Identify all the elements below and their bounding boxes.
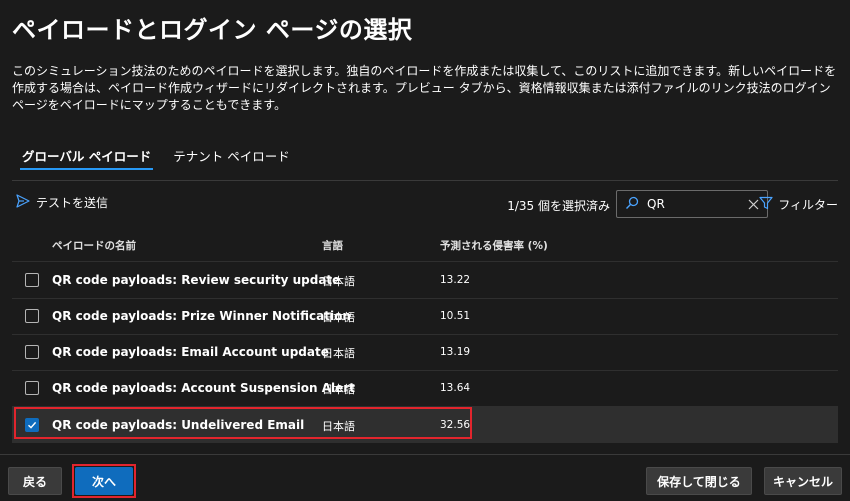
table-row[interactable]: QR code payloads: Prize Winner Notificat… <box>12 298 838 334</box>
table-header: ペイロードの名前 言語 予測される侵害率 (%) <box>12 230 838 260</box>
payload-tabs: グローバル ペイロード テナント ペイロード <box>12 142 300 172</box>
tab-global-payloads[interactable]: グローバル ペイロード <box>12 142 161 170</box>
toolbar: テストを送信 1/35 個を選択済み フィルター <box>12 190 838 218</box>
filter-icon <box>759 196 773 213</box>
search-input[interactable] <box>647 197 748 211</box>
row-checkbox[interactable] <box>25 309 39 323</box>
row-checkbox[interactable] <box>25 381 39 395</box>
send-test-label: テストを送信 <box>36 196 109 210</box>
column-header-name[interactable]: ペイロードの名前 <box>52 238 136 253</box>
cancel-button[interactable]: キャンセル <box>764 467 842 495</box>
row-checkbox[interactable] <box>25 345 39 359</box>
table-row[interactable]: QR code payloads: Email Account update 日… <box>12 334 838 370</box>
payload-name: QR code payloads: Email Account update <box>52 345 329 359</box>
column-header-language[interactable]: 言語 <box>322 238 343 253</box>
payload-rate: 13.22 <box>440 274 471 286</box>
payload-name: QR code payloads: Account Suspension Ale… <box>52 381 355 395</box>
search-box[interactable] <box>616 190 768 218</box>
payload-language: 日本語 <box>322 311 355 324</box>
filter-button[interactable]: フィルター <box>759 196 838 213</box>
search-icon <box>625 195 639 214</box>
payload-rate: 13.64 <box>440 382 471 394</box>
clear-search-icon[interactable] <box>748 195 759 214</box>
column-header-rate[interactable]: 予測される侵害率 (%) <box>440 238 548 253</box>
send-test-button[interactable]: テストを送信 <box>16 194 108 211</box>
footer-divider <box>0 454 850 455</box>
page-title: ペイロードとログイン ページの選択 <box>12 16 413 44</box>
tabs-divider <box>12 180 838 181</box>
payload-language: 日本語 <box>322 383 355 396</box>
row-checkbox[interactable] <box>25 273 39 287</box>
table-row[interactable]: QR code payloads: Account Suspension Ale… <box>12 370 838 406</box>
payload-rate: 10.51 <box>440 310 471 322</box>
payload-name: QR code payloads: Prize Winner Notificat… <box>52 309 351 323</box>
selected-row-highlight <box>14 407 472 439</box>
payload-rate: 13.19 <box>440 346 471 358</box>
back-button[interactable]: 戻る <box>8 467 62 495</box>
table-row[interactable]: QR code payloads: Review security update… <box>12 262 838 298</box>
filter-label: フィルター <box>778 198 838 212</box>
payload-language: 日本語 <box>322 347 355 360</box>
selection-count: 1/35 個を選択済み <box>507 199 610 213</box>
page-description: このシミュレーション技法のためのペイロードを選択します。独自のペイロードを作成ま… <box>12 64 837 112</box>
payload-language: 日本語 <box>322 275 355 288</box>
next-button-highlight <box>72 464 136 498</box>
send-icon <box>16 194 30 211</box>
save-close-button[interactable]: 保存して閉じる <box>646 467 752 495</box>
payload-name: QR code payloads: Review security update <box>52 273 341 287</box>
tab-tenant-payloads[interactable]: テナント ペイロード <box>163 142 299 170</box>
